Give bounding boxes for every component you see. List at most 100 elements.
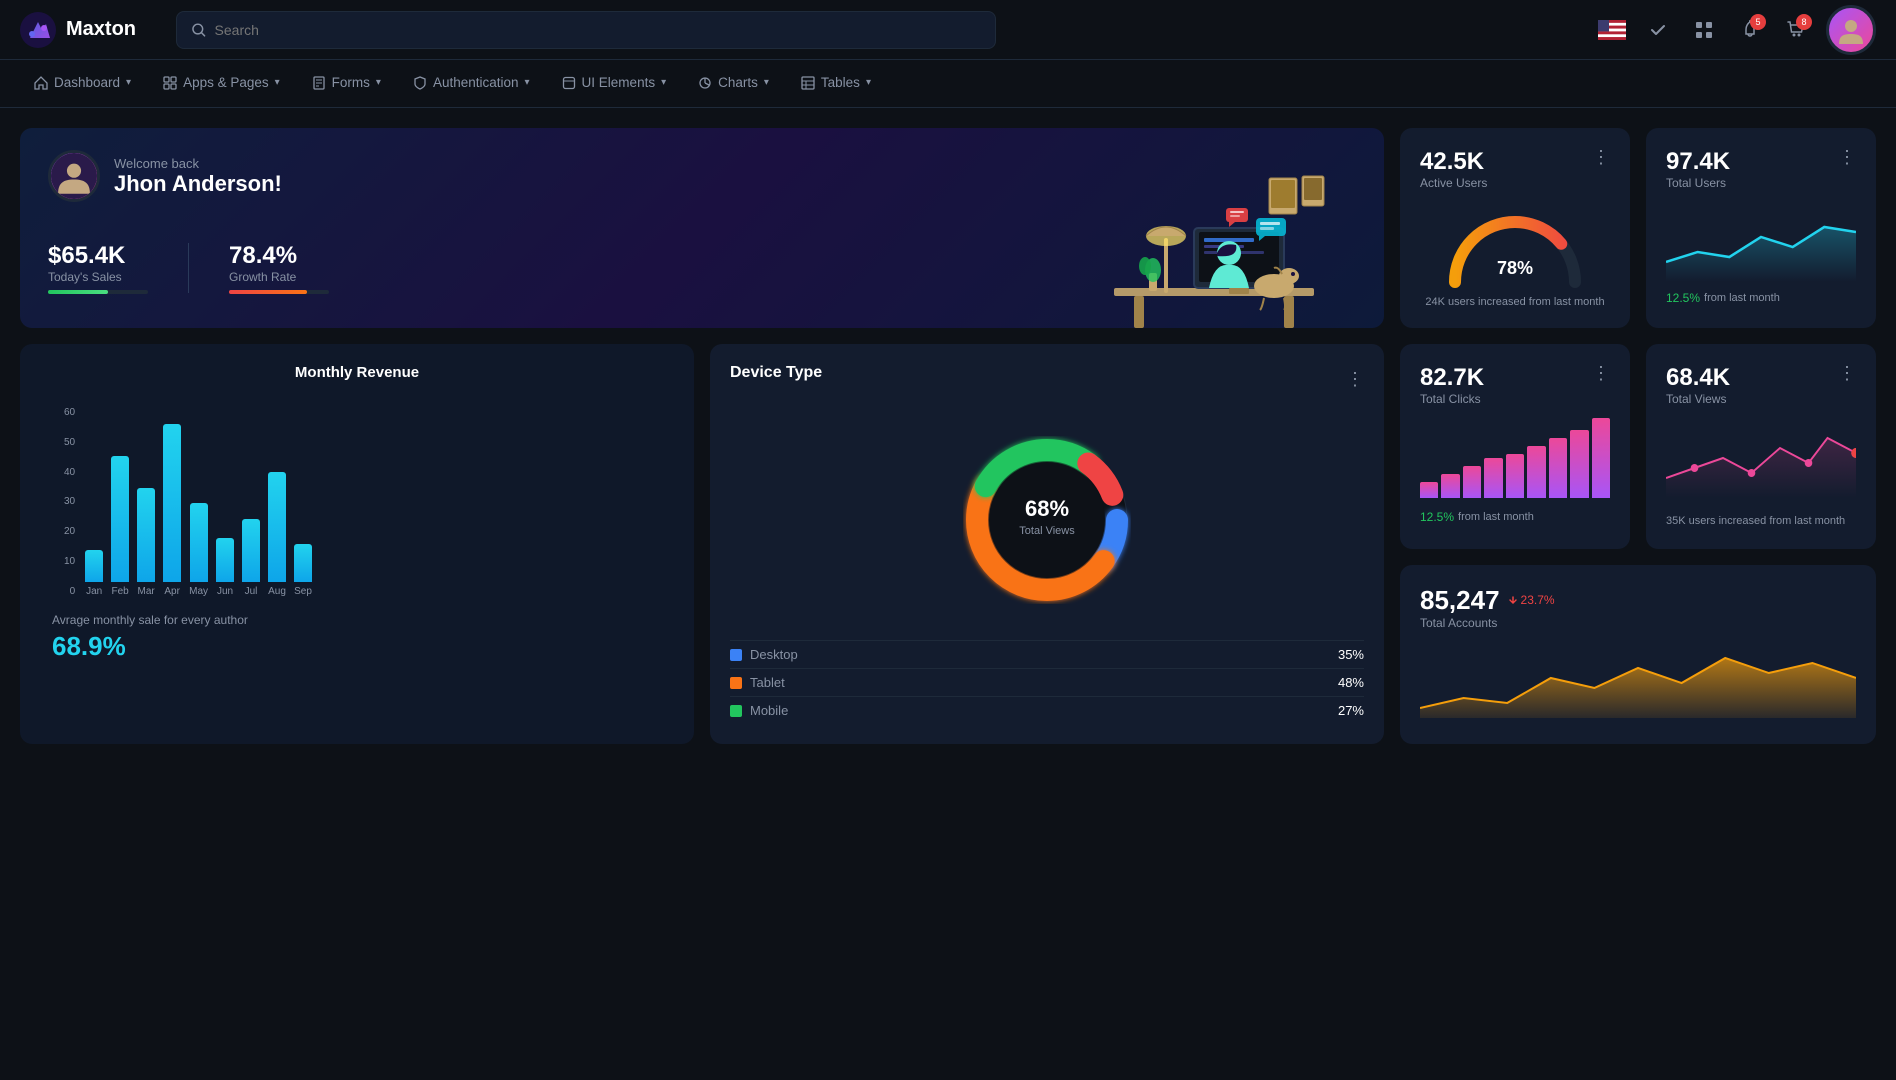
- clicks-trend-value: 12.5%: [1420, 510, 1454, 524]
- bar-jun: Jun: [216, 538, 234, 597]
- bar-apr: Apr: [163, 424, 181, 597]
- gauge: 78%: [1420, 202, 1610, 292]
- language-selector[interactable]: [1596, 14, 1628, 46]
- navbar: Dashboard ▾ Apps & Pages ▾ Forms ▾ Authe…: [0, 60, 1896, 108]
- cart-button[interactable]: 8: [1780, 14, 1812, 46]
- nav-ui-label: UI Elements: [582, 75, 656, 90]
- nav-apps-arrow: ▾: [275, 77, 280, 88]
- total-users-header: 97.4K Total Users ⋮: [1666, 148, 1856, 190]
- avatar[interactable]: [1826, 5, 1876, 55]
- nav-ui-elements[interactable]: UI Elements ▾: [548, 60, 681, 108]
- shield-icon: [413, 76, 427, 90]
- nav-apps-pages-label: Apps & Pages: [183, 75, 269, 90]
- device-type-more[interactable]: ⋮: [1346, 370, 1364, 388]
- sales-label: Today's Sales: [48, 270, 148, 284]
- nav-tables-arrow: ▾: [866, 77, 871, 88]
- nav-forms[interactable]: Forms ▾: [298, 60, 395, 108]
- welcome-illustration: [1074, 148, 1354, 328]
- legend-tablet: Tablet 48%: [730, 668, 1364, 696]
- nav-dashboard-arrow: ▾: [126, 77, 131, 88]
- accounts-trend: 23.7%: [1508, 593, 1555, 607]
- views-header: 68.4K Total Views ⋮: [1666, 364, 1856, 406]
- revenue-avg-label: Avrage monthly sale for every author: [52, 613, 674, 627]
- bar-mar: Mar: [137, 488, 155, 597]
- nav-authentication[interactable]: Authentication ▾: [399, 60, 544, 108]
- nav-tables[interactable]: Tables ▾: [787, 60, 885, 108]
- nav-auth-arrow: ▾: [525, 77, 530, 88]
- total-users-trend-label: from last month: [1704, 292, 1780, 304]
- revenue-sub: Avrage monthly sale for every author 68.…: [40, 613, 674, 662]
- nav-tables-label: Tables: [821, 75, 860, 90]
- check-icon[interactable]: [1642, 14, 1674, 46]
- total-users-trend: 12.5% from last month: [1666, 291, 1856, 305]
- accounts-value: 85,247: [1420, 585, 1500, 616]
- logo[interactable]: Maxton: [20, 12, 160, 48]
- nav-charts[interactable]: Charts ▾: [684, 60, 783, 108]
- svg-text:Total Views: Total Views: [1019, 525, 1075, 537]
- bar-feb: Feb: [111, 456, 129, 597]
- clicks-more[interactable]: ⋮: [1592, 364, 1610, 382]
- legend-desktop: Desktop 35%: [730, 640, 1364, 668]
- forms-icon: [312, 76, 326, 90]
- chart-icon: [698, 76, 712, 90]
- nav-auth-label: Authentication: [433, 75, 519, 90]
- user-avatar: [48, 150, 100, 202]
- header-actions: 5 8: [1596, 5, 1876, 55]
- welcome-card: Welcome back Jhon Anderson! $65.4K Today…: [20, 128, 1384, 328]
- search-input[interactable]: [215, 22, 981, 38]
- donut-chart: 68% Total Views: [937, 410, 1157, 630]
- growth-value: 78.4%: [229, 242, 329, 270]
- bar-aug: Aug: [268, 472, 286, 597]
- accounts-value-row: 85,247 23.7%: [1420, 585, 1555, 616]
- clicks-label: Total Clicks: [1420, 392, 1484, 406]
- today-sales: $65.4K Today's Sales: [48, 242, 148, 294]
- growth-bar-bg: [229, 290, 329, 294]
- clicks-value: 82.7K: [1420, 364, 1484, 392]
- notifications-button[interactable]: 5: [1734, 14, 1766, 46]
- total-users-more[interactable]: ⋮: [1838, 148, 1856, 166]
- search-bar[interactable]: [176, 11, 996, 49]
- accounts-label: Total Accounts: [1420, 616, 1555, 630]
- sales-value: $65.4K: [48, 242, 148, 270]
- active-users-header: 42.5K Active Users ⋮: [1420, 148, 1610, 190]
- welcome-name: Jhon Anderson!: [114, 171, 282, 197]
- main-content: Welcome back Jhon Anderson! $65.4K Today…: [0, 108, 1896, 764]
- nav-dashboard[interactable]: Dashboard ▾: [20, 60, 145, 108]
- sales-bar-fill: [48, 290, 108, 294]
- bar-jul: Jul: [242, 519, 260, 597]
- growth-rate: 78.4% Growth Rate: [229, 242, 329, 294]
- box-icon: [562, 76, 576, 90]
- nav-charts-label: Charts: [718, 75, 758, 90]
- nav-apps-pages[interactable]: Apps & Pages ▾: [149, 60, 294, 108]
- revenue-avg-value: 68.9%: [52, 631, 674, 662]
- nav-ui-arrow: ▾: [661, 77, 666, 88]
- cart-badge: 8: [1796, 14, 1812, 30]
- accounts-chart: [1420, 638, 1856, 718]
- clicks-trend: 12.5% from last month: [1420, 510, 1610, 524]
- apps-icon[interactable]: [1688, 14, 1720, 46]
- revenue-title: Monthly Revenue: [40, 364, 674, 381]
- mobile-dot: [730, 705, 742, 717]
- active-users-label: Active Users: [1420, 176, 1487, 190]
- tablet-dot: [730, 677, 742, 689]
- y-label-0: 0: [70, 586, 76, 597]
- device-type-header: Device Type ⋮: [730, 364, 1364, 394]
- views-chart: [1666, 418, 1856, 498]
- views-value: 68.4K: [1666, 364, 1730, 392]
- down-arrow-icon: [1508, 595, 1518, 605]
- bar-chart: 60 50 40 30 20 10 0 Jan Feb Ma: [40, 397, 674, 597]
- device-type-card: Device Type ⋮: [710, 344, 1384, 744]
- total-users-value: 97.4K: [1666, 148, 1730, 176]
- total-accounts-card: 85,247 23.7% Total Accounts: [1400, 565, 1876, 745]
- desktop-pct: 35%: [1338, 647, 1364, 662]
- active-users-more[interactable]: ⋮: [1592, 148, 1610, 166]
- bars-container: Jan Feb Mar Apr May: [85, 424, 674, 597]
- bar-may: May: [189, 503, 208, 597]
- y-label-60: 60: [64, 407, 75, 418]
- device-legend: Desktop 35% Tablet 48% Mobile 27%: [730, 640, 1364, 724]
- total-clicks-card: 82.7K Total Clicks ⋮ 12.5% from last mon…: [1400, 344, 1630, 549]
- y-label-30: 30: [64, 496, 75, 507]
- table-icon: [801, 76, 815, 90]
- views-more[interactable]: ⋮: [1838, 364, 1856, 382]
- y-axis: 60 50 40 30 20 10 0: [64, 407, 81, 597]
